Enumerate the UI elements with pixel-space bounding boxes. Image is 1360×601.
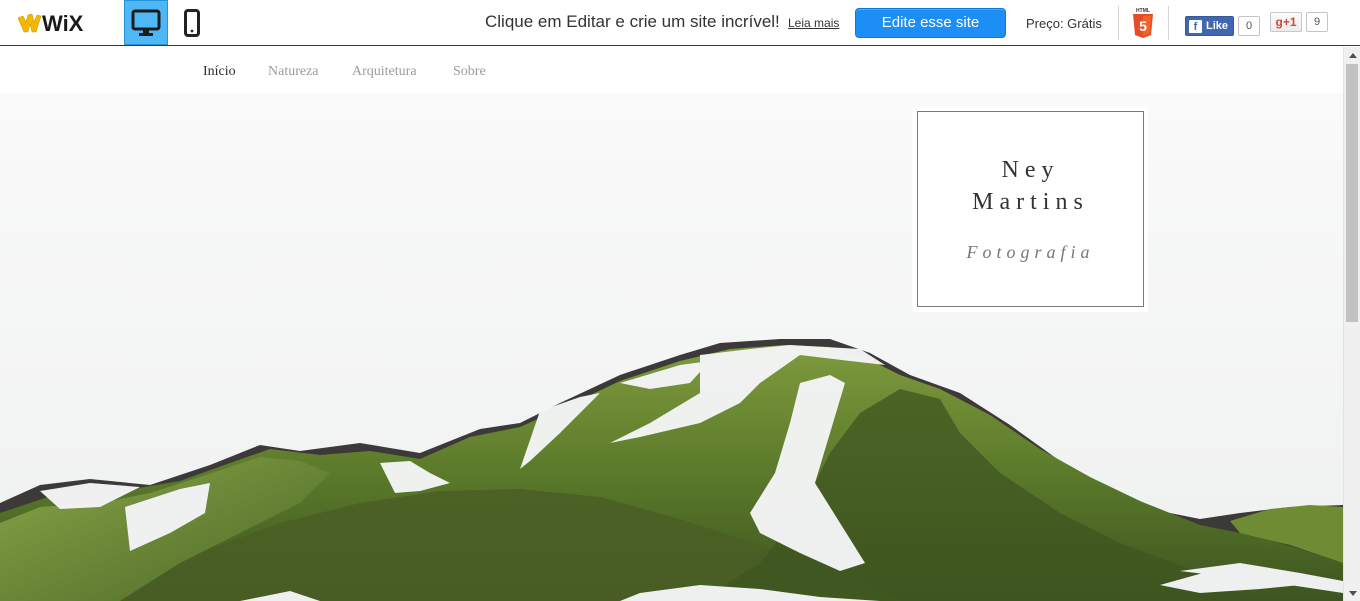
- mobile-phone-icon: [184, 8, 200, 37]
- nav-item-sobre[interactable]: Sobre: [453, 64, 486, 80]
- edit-site-button[interactable]: Edite esse site: [855, 8, 1006, 38]
- facebook-like-label: Like: [1206, 20, 1229, 32]
- svg-text:WiX: WiX: [42, 11, 84, 36]
- scrollbar-thumb[interactable]: [1346, 64, 1358, 322]
- divider: [1168, 6, 1169, 40]
- site-title-line-2: Martins: [972, 189, 1089, 215]
- wix-top-bar: WiX Clique em Editar e crie um site incr…: [0, 0, 1360, 46]
- site-title-card: Ney Martins Fotografia: [912, 107, 1148, 312]
- google-plus-button[interactable]: g+1: [1270, 12, 1302, 32]
- facebook-like-count: 0: [1238, 16, 1260, 36]
- nav-item-inicio[interactable]: Início: [203, 64, 236, 80]
- divider: [1118, 6, 1119, 40]
- google-plus-count: 9: [1306, 12, 1328, 32]
- nav-item-arquitetura[interactable]: Arquitetura: [352, 64, 417, 80]
- site-subtitle: Fotografia: [966, 242, 1095, 262]
- svg-text:HTML: HTML: [1136, 8, 1150, 14]
- promo-text: Clique em Editar e crie um site incrível…: [485, 12, 780, 31]
- scroll-down-arrow-icon[interactable]: [1344, 585, 1360, 601]
- price-label: Preço: Grátis: [1026, 16, 1102, 31]
- scroll-up-arrow-icon[interactable]: [1344, 47, 1360, 63]
- facebook-icon: f: [1189, 19, 1202, 33]
- read-more-link[interactable]: Leia mais: [788, 16, 839, 30]
- html5-badge-icon: HTML 5: [1132, 6, 1154, 38]
- mobile-view-button[interactable]: [170, 0, 214, 45]
- site-title-line-1: Ney: [1001, 157, 1060, 183]
- site-navigation: Início Natureza Arquitetura Sobre: [0, 47, 1343, 93]
- desktop-monitor-icon: [131, 9, 161, 36]
- vertical-scrollbar[interactable]: [1343, 47, 1360, 601]
- hero-mountain-image: Ney Martins Fotografia: [0, 93, 1343, 601]
- wix-logo[interactable]: WiX: [17, 10, 104, 36]
- svg-text:5: 5: [1139, 18, 1147, 34]
- site-title-frame: Ney Martins Fotografia: [917, 111, 1144, 307]
- desktop-view-button[interactable]: [124, 0, 168, 45]
- nav-item-natureza[interactable]: Natureza: [268, 64, 319, 80]
- facebook-like-button[interactable]: f Like: [1185, 16, 1234, 36]
